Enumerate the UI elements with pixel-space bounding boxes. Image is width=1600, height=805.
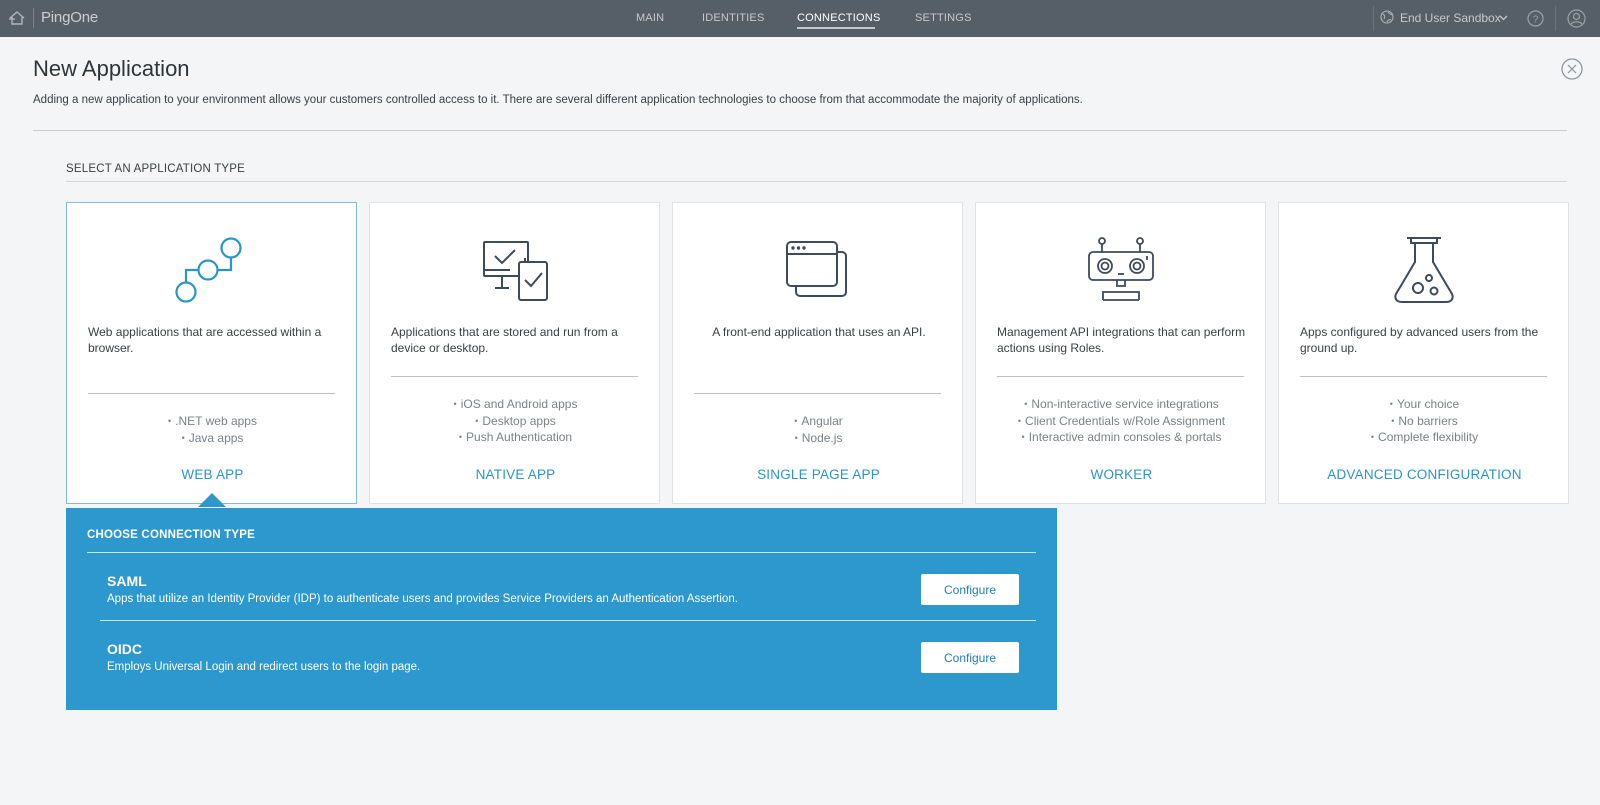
close-icon[interactable] [1561,58,1583,80]
configure-saml-button[interactable]: Configure [921,574,1019,605]
home-icon[interactable] [8,9,26,27]
connection-option-description: Apps that utilize an Identity Provider (… [107,593,738,605]
list-item: Your choice [1279,396,1570,413]
card-feature-list: Angular Node.js [673,413,964,446]
nav-main[interactable]: MAIN [636,12,664,24]
chevron-down-icon[interactable] [1499,13,1508,22]
environment-selector[interactable]: End User Sandbox [1400,11,1501,25]
list-item: Desktop apps [370,413,661,430]
logo-divider [33,8,34,28]
card-feature-list: Non-interactive service integrations Cli… [976,396,1267,446]
card-type-label[interactable]: WORKER [976,467,1267,482]
card-type-label[interactable]: NATIVE APP [370,467,661,482]
connection-option-description: Employs Universal Login and redirect use… [107,661,421,673]
connection-type-panel: CHOOSE CONNECTION TYPE SAML Apps that ut… [66,508,1057,710]
top-navigation-bar: PingOne MAIN IDENTITIES CONNECTIONS SETT… [0,0,1600,37]
nav-connections[interactable]: CONNECTIONS [797,12,880,24]
card-description: Apps configured by advanced users from t… [1300,325,1539,355]
connection-panel-divider [87,552,1036,553]
list-item: Complete flexibility [1279,429,1570,446]
nav-identities[interactable]: IDENTITIES [702,12,765,24]
user-icon[interactable] [1567,9,1586,28]
list-item: Interactive admin consoles & portals [976,429,1267,446]
section-divider [66,181,1567,182]
card-description: Web applications that are accessed withi… [88,325,322,355]
nav-active-indicator [797,27,875,29]
card-type-label[interactable]: ADVANCED CONFIGURATION [1279,467,1570,482]
card-divider [694,393,941,394]
svg-text:?: ? [1533,14,1539,25]
list-item: Push Authentication [370,429,661,446]
app-type-card-native-app[interactable]: Applications that are stored and run fro… [369,202,660,504]
app-type-card-advanced-configuration[interactable]: Apps configured by advanced users from t… [1278,202,1569,504]
app-type-card-worker[interactable]: Management API integrations that can per… [975,202,1266,504]
card-divider [391,376,638,377]
card-feature-list: Your choice No barriers Complete flexibi… [1279,396,1570,446]
user-divider [1555,6,1556,31]
list-item: Non-interactive service integrations [976,396,1267,413]
app-type-card-web-app[interactable]: Web applications that are accessed withi… [66,202,357,504]
list-item: Client Credentials w/Role Assignment [976,413,1267,430]
pingone-logo[interactable]: PingOne [41,9,98,26]
card-feature-list: .NET web apps Java apps [67,413,358,446]
nav-settings[interactable]: SETTINGS [915,12,972,24]
section-label: SELECT AN APPLICATION TYPE [66,163,246,175]
card-feature-list: iOS and Android apps Desktop apps Push A… [370,396,661,446]
advanced-flask-icon [1394,237,1454,303]
environment-divider [1373,6,1374,31]
list-item: Node.js [673,430,964,447]
card-divider [88,393,335,394]
connection-panel-title: CHOOSE CONNECTION TYPE [87,529,255,541]
connection-option-divider [100,620,1036,621]
configure-oidc-button[interactable]: Configure [921,642,1019,673]
card-divider [1300,376,1547,377]
card-type-label[interactable]: SINGLE PAGE APP [673,467,964,482]
app-type-card-single-page-app[interactable]: A front-end application that uses an API… [672,202,963,504]
card-description: Management API integrations that can per… [997,325,1246,355]
connection-option-name: SAML [107,573,147,589]
header-divider [33,130,1567,131]
native-app-devices-icon [483,241,548,301]
list-item: iOS and Android apps [370,396,661,413]
connection-option-name: OIDC [107,641,142,657]
selection-pointer [198,493,226,507]
card-description: A front-end application that uses an API… [712,325,926,339]
card-description: Applications that are stored and run fro… [391,325,618,355]
worker-robot-icon [1088,237,1154,301]
help-icon[interactable]: ? [1527,10,1544,27]
web-app-nodes-icon [175,237,242,303]
globe-icon [1380,10,1394,24]
list-item: No barriers [1279,413,1570,430]
list-item: Angular [673,413,964,430]
card-divider [997,376,1244,377]
card-type-label[interactable]: WEB APP [67,467,358,482]
list-item: .NET web apps [67,413,358,430]
page-title: New Application [33,56,190,81]
list-item: Java apps [67,430,358,447]
single-page-app-windows-icon [786,241,847,297]
page-description: Adding a new application to your environ… [33,94,1083,106]
